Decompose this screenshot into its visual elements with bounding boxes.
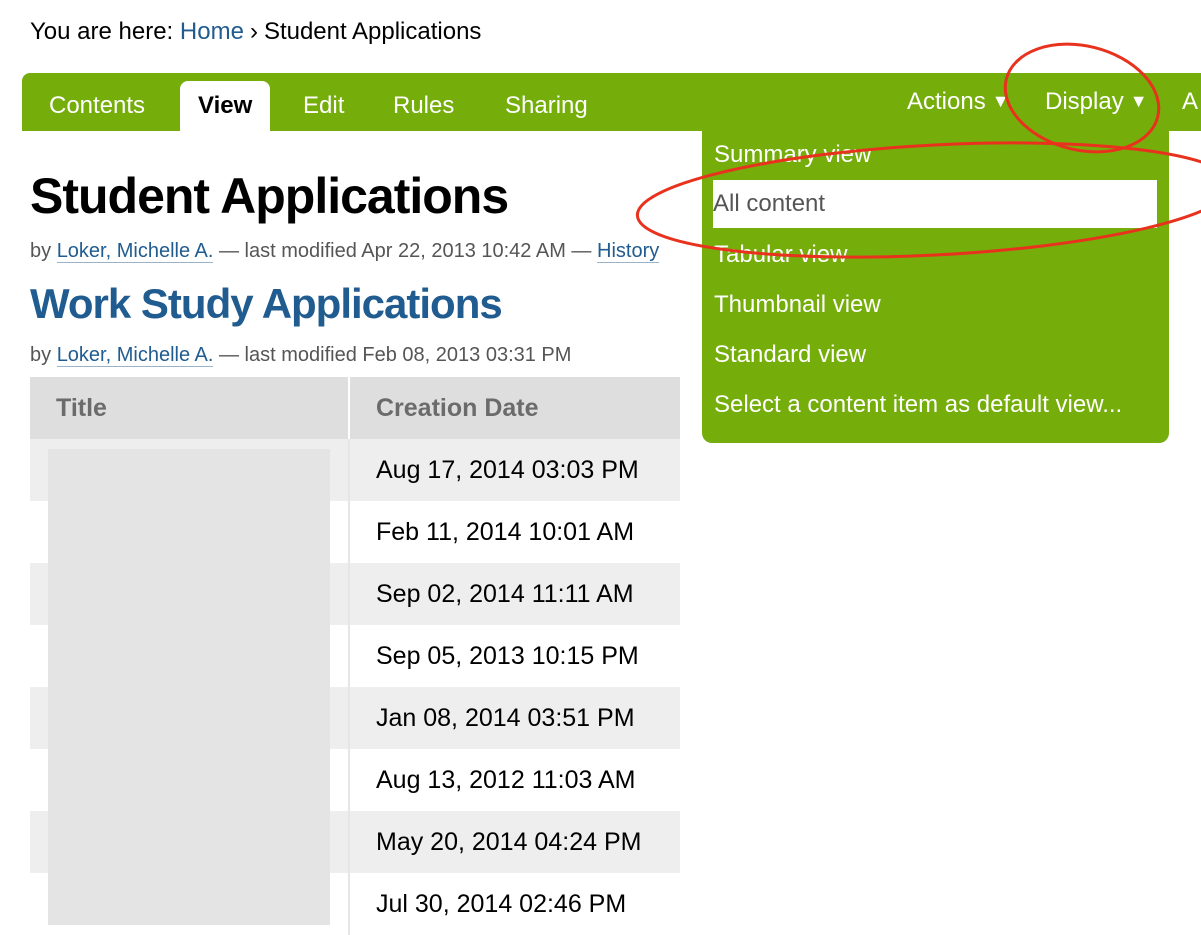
menu-item-standard-view[interactable]: Standard view <box>714 341 866 369</box>
collection-byline: by Loker, Michelle A. — last modified Fe… <box>30 344 571 367</box>
breadcrumb: You are here: Home › Student Applications <box>30 18 481 46</box>
add-menu-button-cut-off[interactable]: A <box>1182 73 1198 131</box>
content-actions-bar: Contents View Edit Rules Sharing Actions… <box>22 73 1201 131</box>
breadcrumb-separator: › <box>249 18 258 45</box>
column-header-creation-date[interactable]: Creation Date <box>348 377 680 439</box>
menu-item-tabular-view[interactable]: Tabular view <box>714 241 847 269</box>
tab-contents[interactable]: Contents <box>49 81 145 131</box>
breadcrumb-prefix: You are here: <box>30 18 174 45</box>
display-menu-label: Display <box>1045 88 1124 115</box>
actions-menu-button[interactable]: Actions ▼ <box>907 73 1010 131</box>
display-menu-button[interactable]: Display ▼ <box>1045 73 1148 131</box>
creation-date-cell: May 20, 2014 04:24 PM <box>348 811 680 873</box>
page-title: Student Applications <box>30 168 509 224</box>
creation-date-cell: Feb 11, 2014 10:01 AM <box>348 501 680 563</box>
redacted-titles <box>48 449 330 925</box>
author-link[interactable]: Loker, Michelle A. <box>56 344 214 367</box>
tab-edit[interactable]: Edit <box>303 81 344 131</box>
column-header-title[interactable]: Title <box>30 377 349 439</box>
creation-date-cell: Aug 13, 2012 11:03 AM <box>348 749 680 811</box>
chevron-down-icon: ▼ <box>1129 91 1148 111</box>
tab-sharing[interactable]: Sharing <box>505 81 588 131</box>
chevron-down-icon: ▼ <box>991 91 1010 111</box>
document-byline: by Loker, Michelle A. — last modified Ap… <box>30 240 702 263</box>
history-link[interactable]: History <box>597 240 660 263</box>
creation-date-cell: Sep 02, 2014 11:11 AM <box>348 563 680 625</box>
collection-title: Work Study Applications <box>30 276 503 332</box>
menu-item-thumbnail-view[interactable]: Thumbnail view <box>714 291 881 319</box>
creation-date-cell: Jul 30, 2014 02:46 PM <box>348 873 680 935</box>
breadcrumb-current: Student Applications <box>263 18 482 45</box>
breadcrumb-home-link[interactable]: Home <box>180 18 244 45</box>
last-modified: — last modified Apr 22, 2013 10:42 AM — <box>219 240 592 262</box>
menu-item-all-content[interactable]: All content <box>713 180 1157 228</box>
display-dropdown-menu: Summary view All content Tabular view Th… <box>702 131 1169 443</box>
byline-by: by <box>30 344 52 366</box>
tab-rules[interactable]: Rules <box>393 81 454 131</box>
collection-title-link[interactable]: Work Study Applications <box>30 280 503 327</box>
menu-item-summary-view[interactable]: Summary view <box>714 141 871 169</box>
byline-by: by <box>30 240 52 262</box>
actions-menu-label: Actions <box>907 88 986 115</box>
author-link[interactable]: Loker, Michelle A. <box>56 240 214 263</box>
table-header-row: Title Creation Date <box>30 377 680 439</box>
creation-date-cell: Sep 05, 2013 10:15 PM <box>348 625 680 687</box>
creation-date-cell: Jan 08, 2014 03:51 PM <box>348 687 680 749</box>
menu-item-select-default-view[interactable]: Select a content item as default view... <box>714 391 1122 419</box>
tab-view[interactable]: View <box>180 81 271 131</box>
creation-date-cell: Aug 17, 2014 03:03 PM <box>348 439 680 501</box>
last-modified: — last modified Feb 08, 2013 03:31 PM <box>219 344 572 366</box>
